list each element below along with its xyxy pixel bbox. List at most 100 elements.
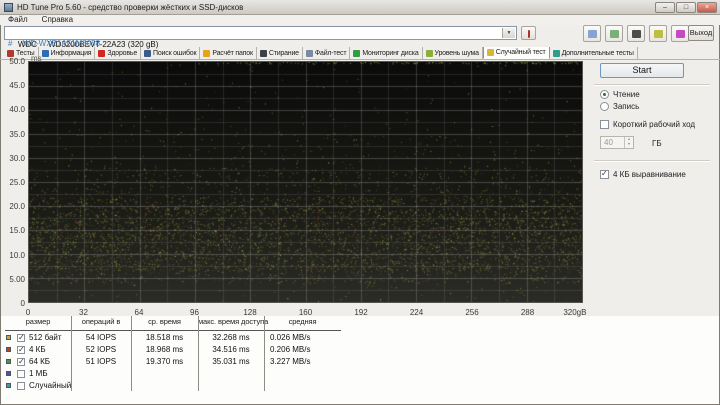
table-header-1: операций в [81, 317, 121, 326]
color-scheme-button[interactable] [671, 25, 689, 42]
tab-label: Дополнительные тесты [561, 49, 634, 57]
panel-divider [594, 84, 710, 86]
series-legend-swatch [6, 383, 11, 388]
tab-error-scan[interactable]: Поиск ошибок [141, 47, 201, 59]
alignment-option[interactable]: 4 КБ выравнивание [600, 169, 686, 179]
tab-folder-usage[interactable]: Расчёт папок [200, 47, 257, 59]
y-axis-tick-label: 40.0 [9, 105, 25, 115]
y-axis-tick-label: 15.0 [9, 226, 25, 236]
test-options-panel: Start Чтение Запись Короткий рабочий ход… [590, 60, 718, 316]
maximize-button-icon[interactable]: □ [676, 2, 696, 13]
table-cell-max: 32.268 ms [212, 333, 250, 342]
thermometer-icon [528, 30, 530, 38]
access-time-plot [28, 61, 583, 303]
erase-icon [259, 49, 267, 57]
series-legend-swatch [6, 371, 11, 376]
menu-help[interactable]: Справка [42, 15, 73, 25]
tab-disk-monitor[interactable]: Мониторинг диска [350, 47, 423, 59]
tab-label: Файл-тест [314, 49, 347, 57]
x-axis-tick-label: 256 [465, 308, 479, 317]
toolbar [583, 25, 689, 42]
x-axis-end-label: 320gB [563, 308, 587, 317]
table-cell-avg: 18.518 ms [145, 333, 184, 342]
capacity-stepper[interactable]: 40 ▲ ▼ [600, 136, 634, 149]
window-title: HD Tune Pro 5.60 - средство проверки жёс… [17, 2, 244, 12]
tab-label: Здоровье [107, 49, 138, 57]
disk-monitor-icon [353, 49, 361, 57]
tab-erase[interactable]: Стирание [257, 47, 303, 59]
series-checkbox-icon[interactable] [17, 333, 25, 342]
table-cell-speed: 0.206 MB/s [270, 345, 311, 354]
short-stroke-option[interactable]: Короткий рабочий ход [600, 120, 695, 129]
series-size-label: 4 КБ [29, 345, 46, 354]
drive-select[interactable]: WDC WD3200BEVT-22A23 (320 gB) ▼ [4, 26, 517, 49]
tab-random-access[interactable]: Случайный тест [482, 47, 550, 59]
title-bar[interactable]: HD Tune Pro 5.60 - средство проверки жёс… [0, 0, 720, 15]
tab-bar: Тесты Информация Здоровье Поиск ошибок Расчё… [0, 47, 720, 60]
write-mode-option[interactable]: Запись [600, 102, 639, 111]
app-icon [4, 2, 13, 12]
copy-text-button[interactable] [583, 25, 601, 42]
write-radio-icon[interactable] [600, 102, 609, 111]
alignment-checkbox-icon[interactable] [600, 169, 609, 179]
tab-extra-tests[interactable]: Дополнительные тесты [550, 47, 638, 59]
close-button-icon[interactable]: × [697, 2, 717, 13]
y-axis-tick-label: 50.0 [9, 57, 25, 66]
series-size-label: 512 байт [29, 333, 62, 342]
series-checkbox-icon[interactable] [17, 357, 25, 366]
y-axis-tick-label: 45.0 [9, 81, 25, 91]
exit-button[interactable]: Выход [688, 25, 714, 41]
capacity-unit-label: ГБ [652, 139, 662, 148]
x-axis-tick-label: 160 [298, 308, 313, 317]
tab-aam[interactable]: Уровень шума [423, 47, 483, 59]
alignment-label: 4 КБ выравнивание [613, 170, 686, 179]
y-axis-tick-label: 0 [20, 299, 25, 308]
tab-label: Мониторинг диска [362, 49, 419, 57]
tests-icon [7, 49, 14, 57]
table-header-2: ср. время [148, 317, 181, 326]
short-stroke-label: Короткий рабочий ход [613, 120, 696, 129]
hd-tune-window: HD Tune Pro 5.60 - средство проверки жёс… [0, 0, 720, 405]
access-time-scatter-canvas [29, 62, 582, 302]
read-label: Чтение [613, 90, 640, 99]
x-axis-tick-label: 224 [409, 308, 424, 317]
series-checkbox-icon[interactable] [17, 345, 25, 354]
chevron-down-icon[interactable]: ▼ [502, 28, 515, 38]
highlighter-button[interactable] [649, 25, 667, 42]
capacity-value: 40 [604, 138, 613, 147]
x-axis-tick-label: 64 [134, 308, 144, 317]
series-checkbox-icon[interactable] [17, 370, 25, 378]
aam-icon [425, 49, 433, 57]
info-icon [41, 49, 49, 57]
menu-file[interactable]: Файл [8, 15, 28, 25]
random-access-icon [486, 49, 494, 56]
read-radio-icon[interactable] [600, 90, 609, 99]
table-header-rule [5, 330, 341, 331]
minimize-button-icon[interactable]: – [655, 2, 675, 13]
short-stroke-checkbox-icon[interactable] [600, 120, 609, 129]
start-button[interactable]: Start [600, 63, 684, 78]
y-axis-tick-label: 20.0 [9, 202, 25, 212]
results-area: размер операций в ср. время макс. время дос… [1, 316, 719, 404]
table-cell-iops: 51 IOPS [85, 357, 117, 366]
series-legend-swatch [6, 335, 11, 340]
series-checkbox-icon[interactable] [17, 382, 25, 390]
screenshot-icon [632, 30, 641, 38]
tab-health[interactable]: Здоровье [95, 47, 142, 59]
table-cell-speed: 3.227 MB/s [270, 357, 311, 366]
series-legend-swatch [6, 347, 11, 352]
panel-divider [594, 160, 710, 162]
temperature-button[interactable] [521, 26, 536, 40]
series-size-label: Случайный [29, 381, 72, 390]
copy-image-button[interactable] [605, 25, 623, 42]
screenshot-button[interactable] [627, 25, 645, 42]
stepper-arrows-icon[interactable]: ▲ ▼ [624, 137, 633, 148]
read-mode-option[interactable]: Чтение [600, 90, 640, 99]
x-axis-tick-label: 0 [25, 308, 31, 317]
tab-info[interactable]: Информация [39, 47, 96, 59]
tab-file-benchmark[interactable]: Файл-тест [303, 47, 351, 59]
error-scan-icon [144, 49, 152, 57]
table-cell-speed: 0.026 MB/s [270, 333, 311, 342]
copy-image-icon [610, 30, 619, 38]
y-axis-tick-label: 30.0 [9, 153, 25, 163]
